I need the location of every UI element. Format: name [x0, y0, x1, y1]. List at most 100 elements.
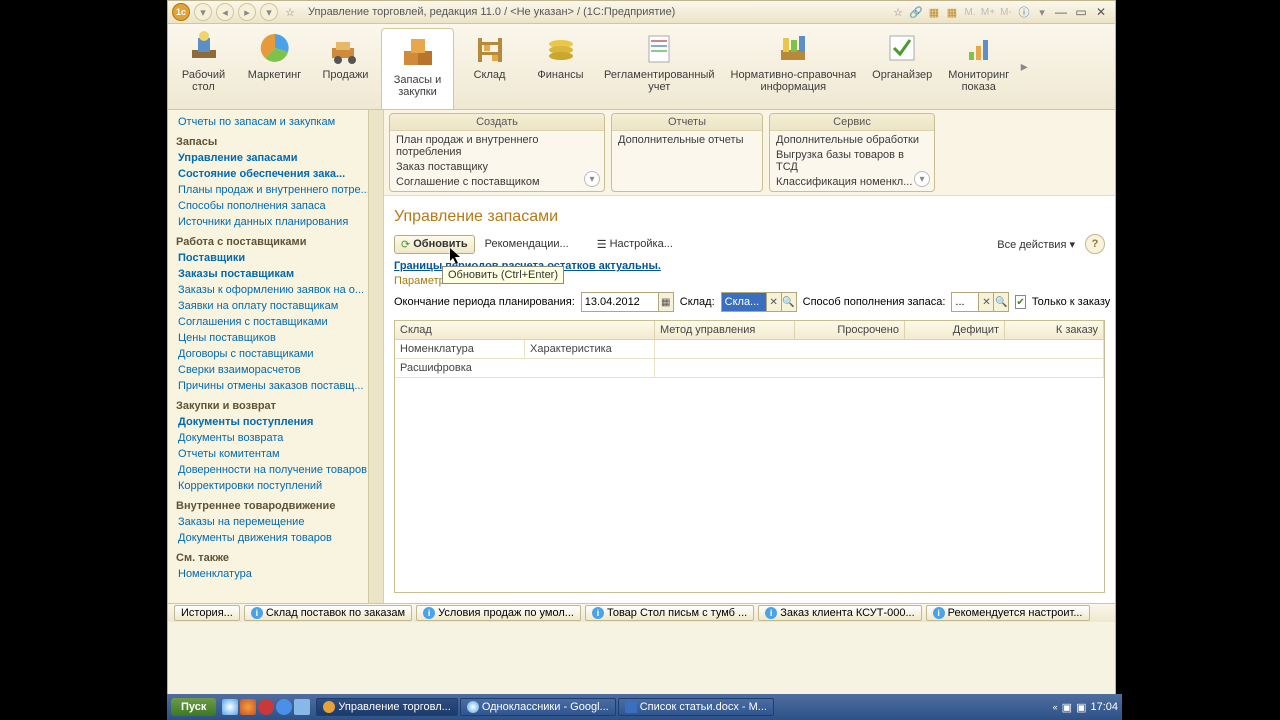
create-more-icon[interactable]: ▾: [584, 171, 600, 187]
rib-marketing[interactable]: Маркетинг: [239, 24, 310, 109]
service-item-1[interactable]: Дополнительные обработки: [776, 133, 928, 147]
side-commission-reports[interactable]: Отчеты комитентам: [168, 446, 383, 462]
side-supplier-orders[interactable]: Заказы поставщикам: [168, 266, 383, 282]
star-icon[interactable]: ☆: [891, 5, 905, 19]
col-deficit[interactable]: Дефицит: [905, 321, 1005, 340]
reports-item-1[interactable]: Дополнительные отчеты: [618, 133, 756, 147]
tb-browser[interactable]: Одноклассники - Googl...: [460, 698, 616, 716]
close-button[interactable]: ✕: [1092, 5, 1110, 19]
nav-down-button[interactable]: ▾: [194, 3, 212, 21]
tb-app[interactable]: Управление торговл...: [316, 698, 457, 716]
rib-regulated[interactable]: Регламентированныйучет: [596, 24, 723, 109]
date-input[interactable]: 13.04.2012: [581, 292, 659, 312]
refresh-button[interactable]: ⟳ Обновить: [394, 235, 475, 254]
rib-reference[interactable]: Нормативно-справочнаяинформация: [723, 24, 865, 109]
ribbon-scroll-right[interactable]: ▸: [1017, 24, 1031, 109]
sb-tab-1[interactable]: iСклад поставок по заказам: [244, 605, 412, 621]
side-movement-docs[interactable]: Документы движения товаров: [168, 530, 383, 546]
tray-expand-icon[interactable]: «: [1053, 702, 1058, 712]
rib-sales[interactable]: Продажи: [310, 24, 381, 109]
create-item-2[interactable]: Заказ поставщику: [396, 160, 598, 174]
sb-history[interactable]: История...: [174, 605, 240, 621]
rib-stocks[interactable]: Запасы изакупки: [381, 28, 454, 109]
side-return-docs[interactable]: Документы возврата: [168, 430, 383, 446]
sb-tab-4[interactable]: iЗаказ клиента КСУТ-000...: [758, 605, 921, 621]
m-icon[interactable]: M.: [963, 5, 977, 19]
side-nomenclature[interactable]: Номенклатура: [168, 566, 383, 582]
warehouse-lookup-icon[interactable]: 🔍: [781, 292, 797, 312]
replenish-clear-icon[interactable]: ✕: [978, 292, 994, 312]
sb-tab-3[interactable]: iТовар Стол письм с тумб ...: [585, 605, 754, 621]
col-warehouse[interactable]: Склад: [395, 321, 655, 340]
side-contracts[interactable]: Договоры с поставщиками: [168, 346, 383, 362]
mplus-icon[interactable]: M+: [981, 5, 995, 19]
side-stock-mgmt[interactable]: Управление запасами: [168, 150, 383, 166]
side-supply-state[interactable]: Состояние обеспечения зака...: [168, 166, 383, 182]
side-cancel-reasons[interactable]: Причины отмены заказов поставщ...: [168, 378, 383, 394]
rib-organizer[interactable]: Органайзер: [864, 24, 940, 109]
create-item-1[interactable]: План продаж и внутреннего потребления: [396, 133, 598, 159]
tray-clock[interactable]: 17:04: [1090, 701, 1118, 713]
side-supplier-prices[interactable]: Цены поставщиков: [168, 330, 383, 346]
rib-monitoring[interactable]: Мониторингпоказа: [940, 24, 1017, 109]
recommendations-button[interactable]: Рекомендации...: [479, 236, 575, 252]
rib-finance[interactable]: Финансы: [525, 24, 596, 109]
sidebar-scrollbar[interactable]: [368, 110, 383, 603]
all-actions-button[interactable]: Все действия ▾: [991, 236, 1081, 253]
ql-ie-icon[interactable]: [276, 699, 292, 715]
favorite-icon[interactable]: ☆: [282, 4, 298, 20]
ql-chrome-icon[interactable]: [222, 699, 238, 715]
rib-desktop[interactable]: Рабочийстол: [168, 24, 239, 109]
side-receipt-corrections[interactable]: Корректировки поступлений: [168, 478, 383, 494]
info-icon[interactable]: ⓘ: [1017, 5, 1031, 19]
minimize-button[interactable]: —: [1052, 5, 1070, 19]
replenish-input[interactable]: ...: [951, 292, 979, 312]
warehouse-clear-icon[interactable]: ✕: [766, 292, 782, 312]
calc-icon[interactable]: ▦: [927, 5, 941, 19]
settings-button[interactable]: ☰Настройка...: [591, 236, 679, 253]
dropdown-icon[interactable]: ▾: [1035, 5, 1049, 19]
col-nomenclature[interactable]: Номенклатура: [395, 340, 525, 359]
side-receipt-docs[interactable]: Документы поступления: [168, 414, 383, 430]
col-toorder[interactable]: К заказу: [1005, 321, 1104, 340]
sb-tab-2[interactable]: iУсловия продаж по умол...: [416, 605, 581, 621]
rib-warehouse[interactable]: Склад: [454, 24, 525, 109]
ql-desktop-icon[interactable]: [294, 699, 310, 715]
link-icon[interactable]: 🔗: [909, 5, 923, 19]
col-characteristic[interactable]: Характеристика: [525, 340, 655, 359]
col-method[interactable]: Метод управления: [655, 321, 795, 340]
side-replenish[interactable]: Способы пополнения запаса: [168, 198, 383, 214]
side-proxies[interactable]: Доверенности на получение товаров: [168, 462, 383, 478]
side-transfer-orders[interactable]: Заказы на перемещение: [168, 514, 383, 530]
cal-icon[interactable]: ▦: [945, 5, 959, 19]
side-plan-sources[interactable]: Источники данных планирования: [168, 214, 383, 230]
tray-icon-2[interactable]: ▣: [1076, 701, 1086, 714]
sb-tab-5[interactable]: iРекомендуется настроит...: [926, 605, 1090, 621]
service-item-2[interactable]: Выгрузка базы товаров в ТСД: [776, 148, 928, 174]
replenish-lookup-icon[interactable]: 🔍: [993, 292, 1009, 312]
side-sales-plans[interactable]: Планы продаж и внутреннего потре...: [168, 182, 383, 198]
nav-forward-button[interactable]: ▸: [238, 3, 256, 21]
side-payment-requests[interactable]: Заявки на оплату поставщикам: [168, 298, 383, 314]
mminus-icon[interactable]: M-: [999, 5, 1013, 19]
side-agreements[interactable]: Соглашения с поставщиками: [168, 314, 383, 330]
start-button[interactable]: Пуск: [171, 698, 216, 716]
warehouse-input[interactable]: Скла...: [721, 292, 767, 312]
side-reconciliation[interactable]: Сверки взаиморасчетов: [168, 362, 383, 378]
side-order-requests[interactable]: Заказы к оформлению заявок на о...: [168, 282, 383, 298]
nav-dropdown-button[interactable]: ▾: [260, 3, 278, 21]
side-suppliers[interactable]: Поставщики: [168, 250, 383, 266]
only-to-order-checkbox[interactable]: ✔: [1015, 295, 1025, 309]
ql-opera-icon[interactable]: [258, 699, 274, 715]
help-button[interactable]: ?: [1085, 234, 1105, 254]
col-overdue[interactable]: Просрочено: [795, 321, 905, 340]
service-more-icon[interactable]: ▾: [914, 171, 930, 187]
tray-icon-1[interactable]: ▣: [1062, 701, 1072, 714]
nav-back-button[interactable]: ◂: [216, 3, 234, 21]
service-item-3[interactable]: Классификация номенкл...: [776, 175, 928, 189]
col-decode[interactable]: Расшифровка: [395, 359, 655, 378]
side-reports[interactable]: Отчеты по запасам и закупкам: [168, 110, 383, 130]
tb-word[interactable]: Список статьи.docx - M...: [618, 698, 774, 716]
create-item-3[interactable]: Соглашение с поставщиком: [396, 175, 598, 189]
date-picker-icon[interactable]: ▦: [658, 292, 674, 312]
